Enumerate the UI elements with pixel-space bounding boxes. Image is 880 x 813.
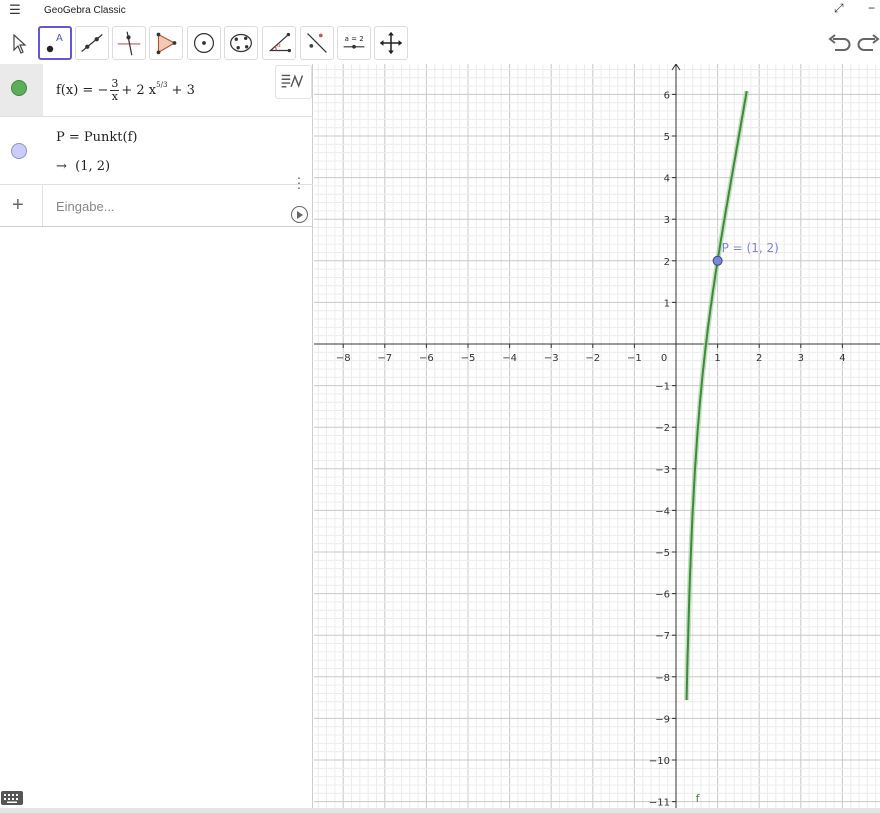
- line-tool-button[interactable]: [75, 26, 109, 60]
- algebra-style-button[interactable]: [275, 65, 312, 99]
- x-tick-label: −3: [544, 353, 559, 364]
- svg-text:A: A: [56, 33, 63, 44]
- function-middle: + 2 x: [121, 83, 157, 98]
- row-marker: [0, 117, 43, 184]
- angle-tool-button[interactable]: α: [262, 26, 296, 60]
- x-tick-label: −7: [377, 353, 392, 364]
- y-tick-label: −1: [655, 382, 670, 393]
- slider-tool-button[interactable]: a = 2: [337, 26, 371, 60]
- keyboard-icon[interactable]: [1, 791, 23, 805]
- algebra-input-row[interactable]: + Eingabe...: [0, 185, 313, 227]
- x-tick-label: −6: [419, 353, 434, 364]
- polygon-icon: [156, 32, 177, 55]
- algebra-row-point[interactable]: P = Punkt(f) → (1, 2) · · ·: [0, 117, 313, 223]
- y-tick-label: −11: [649, 798, 670, 809]
- x-tick-label: 3: [798, 353, 804, 364]
- point-value: → (1, 2): [56, 159, 110, 174]
- y-tick-label: −6: [655, 590, 670, 601]
- add-icon[interactable]: +: [12, 194, 24, 217]
- curve-label: f: [696, 792, 701, 805]
- visibility-toggle-icon[interactable]: [11, 143, 27, 159]
- reflect-tool-button[interactable]: [300, 26, 334, 60]
- point-tool-button[interactable]: A: [38, 26, 72, 60]
- x-tick-label: −1: [627, 353, 642, 364]
- cursor-arrow-icon: [13, 33, 27, 54]
- y-tick-label: −7: [655, 631, 670, 642]
- visibility-toggle-icon[interactable]: [11, 80, 27, 96]
- perpendicular-icon: [117, 31, 141, 56]
- point-icon: A: [46, 33, 63, 53]
- svg-text:α: α: [277, 43, 281, 49]
- graph-canvas[interactable]: −8 −7 −6 −5 −4 −3 −2 −1 0 1 2 3 4654321−1−2−3−4−5−6−…: [314, 64, 880, 809]
- x-tick-label: 4: [839, 353, 845, 364]
- point-label: P = (1, 2): [722, 241, 779, 255]
- curve-halo: [684, 90, 750, 701]
- fraction: 3x: [110, 77, 120, 103]
- input-field[interactable]: Eingabe...: [56, 199, 115, 214]
- function-tail: + 3: [171, 83, 195, 98]
- point-definition[interactable]: P = Punkt(f): [56, 130, 137, 145]
- function-prefix: f(x) = −: [56, 83, 109, 98]
- reflect-icon: [307, 33, 327, 53]
- x-tick-label: −2: [585, 353, 600, 364]
- y-tick-label: 5: [664, 132, 670, 143]
- arrow-icon: →: [56, 159, 67, 174]
- y-tick-label: 3: [664, 215, 670, 226]
- algebra-view: f(x) = −3 x + 2 x5/3 + 3 P = Punkt(f) → (1…: [0, 64, 313, 809]
- redo-icon[interactable]: [856, 30, 880, 56]
- y-tick-label: −8: [655, 673, 670, 684]
- point-coordinates: (1, 2): [75, 159, 111, 174]
- y-tick-label: −5: [655, 548, 670, 559]
- y-tick-label: 4: [664, 174, 670, 185]
- x-tick-label: −8: [336, 353, 351, 364]
- circle-icon: [193, 32, 215, 54]
- row-marker: [0, 64, 43, 116]
- x-tick-label: −4: [502, 353, 517, 364]
- y-tick-label: 2: [664, 257, 670, 268]
- row-marker: +: [0, 185, 43, 226]
- algebra-description-icon: [281, 74, 304, 88]
- y-tick-label: 6: [664, 90, 670, 101]
- y-tick-label: −9: [655, 714, 670, 725]
- y-tick-label: −10: [649, 756, 670, 767]
- slider-icon: a = 2: [343, 34, 365, 49]
- move-graphics-tool-button[interactable]: [374, 26, 408, 60]
- x-tick-label: 0: [661, 353, 667, 364]
- conic-tool-button[interactable]: [224, 26, 258, 60]
- point-p: [712, 255, 723, 266]
- maximize-icon[interactable]: ⤢: [834, 1, 844, 16]
- y-tick-label: −2: [655, 423, 670, 434]
- minimize-icon[interactable]: −: [868, 1, 875, 15]
- move-arrows-icon: [379, 31, 403, 55]
- graphics-view[interactable]: −8 −7 −6 −5 −4 −3 −2 −1 0 1 2 3 4 6 5 4 3 2 1 −1 −2 −3 −4 −5 −6−…: [314, 64, 880, 809]
- y-tick-label: −4: [655, 506, 670, 517]
- polygon-tool-button[interactable]: [149, 26, 183, 60]
- title-bar: ☰ GeoGebra Classic ⤢ −: [0, 0, 880, 20]
- exponent: 5/3: [156, 81, 168, 89]
- undo-icon[interactable]: [826, 30, 852, 56]
- angle-icon: α: [268, 32, 292, 53]
- y-tick-label: −3: [655, 465, 670, 476]
- circle-tool-button[interactable]: [187, 26, 221, 60]
- toolbar: A α a = 2: [0, 22, 880, 64]
- line-icon: [81, 34, 103, 52]
- svg-text:a = 2: a = 2: [345, 34, 364, 43]
- x-tick-label: 1: [714, 353, 720, 364]
- app-title: GeoGebra Classic: [44, 4, 126, 16]
- algebra-row-function[interactable]: f(x) = −3 x + 2 x5/3 + 3: [0, 64, 313, 117]
- perpendicular-line-tool-button[interactable]: [112, 26, 146, 60]
- x-tick-label: 2: [756, 353, 762, 364]
- function-curve: [685, 90, 748, 701]
- move-tool-button[interactable]: [2, 26, 36, 60]
- menu-icon[interactable]: ☰: [0, 2, 30, 18]
- conic-icon: [230, 33, 252, 53]
- function-definition[interactable]: f(x) = −3 x + 2 x5/3 + 3: [56, 78, 195, 103]
- x-tick-label: −5: [461, 353, 476, 364]
- bottom-bar: [0, 808, 880, 813]
- y-tick-label: 1: [664, 298, 670, 309]
